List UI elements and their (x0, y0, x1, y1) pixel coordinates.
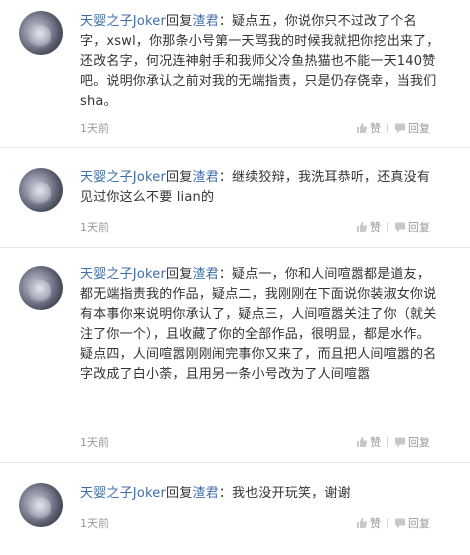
reply-icon (395, 123, 405, 134)
reply-button[interactable]: 回复 (394, 219, 430, 235)
reply-icon (395, 437, 405, 448)
comment-time: 1天前 (80, 436, 109, 449)
reply-button[interactable]: 回复 (394, 515, 430, 531)
reply-target-username[interactable]: 渣君 (192, 14, 218, 29)
thumb-up-icon (357, 123, 368, 133)
comment-content: ：疑点一，你和人间喧嚣都是道友，都无端指责我的作品，疑点二，我刚刚在下面说你装淑… (80, 267, 437, 382)
reply-word: 回复 (166, 14, 193, 29)
reply-icon (395, 222, 405, 233)
reply-button[interactable]: 回复 (394, 434, 430, 450)
action-divider (387, 518, 388, 528)
comment-item: 天婴之子Joker回复渣君：疑点五，你说你只不过改了个名字，xswl，你那条小号… (0, 0, 470, 148)
like-label: 赞 (370, 122, 381, 135)
reply-word: 回复 (166, 486, 193, 501)
comment-meta: 1天前 赞 回复 (80, 219, 430, 235)
comment-time: 1天前 (80, 122, 109, 135)
comment-text: 天婴之子Joker回复渣君：继续狡辩，我洗耳恭听，还真没有见过你这么不要 lia… (80, 168, 440, 208)
reply-label: 回复 (408, 221, 430, 234)
thumb-up-icon (357, 437, 368, 447)
reply-target-username[interactable]: 渣君 (192, 170, 218, 185)
avatar[interactable] (19, 483, 63, 527)
comment-item: 天婴之子Joker回复渣君：我也没开玩笑，谢谢 1天前 赞 回复 (0, 463, 470, 555)
reply-word: 回复 (166, 267, 193, 282)
like-label: 赞 (370, 436, 381, 449)
comment-text: 天婴之子Joker回复渣君：疑点一，你和人间喧嚣都是道友，都无端指责我的作品，疑… (80, 265, 440, 385)
reply-label: 回复 (408, 122, 430, 135)
comment-item: 天婴之子Joker回复渣君：继续狡辩，我洗耳恭听，还真没有见过你这么不要 lia… (0, 148, 470, 248)
comment-text: 天婴之子Joker回复渣君：疑点五，你说你只不过改了个名字，xswl，你那条小号… (80, 12, 440, 112)
reply-icon (395, 518, 405, 529)
comment-username[interactable]: 天婴之子Joker (80, 170, 166, 185)
comment-actions: 赞 回复 (356, 120, 430, 136)
like-button[interactable]: 赞 (356, 434, 381, 450)
like-label: 赞 (370, 517, 381, 530)
reply-word: 回复 (166, 170, 193, 185)
like-button[interactable]: 赞 (356, 219, 381, 235)
comment-actions: 赞 回复 (356, 219, 430, 235)
reply-label: 回复 (408, 436, 430, 449)
thumb-up-icon (357, 518, 368, 528)
reply-target-username[interactable]: 渣君 (192, 267, 218, 282)
comment-actions: 赞 回复 (356, 434, 430, 450)
reply-label: 回复 (408, 517, 430, 530)
comment-username[interactable]: 天婴之子Joker (80, 486, 166, 501)
comment-content: ：我也没开玩笑，谢谢 (218, 486, 351, 501)
reply-target-username[interactable]: 渣君 (192, 486, 218, 501)
like-button[interactable]: 赞 (356, 120, 381, 136)
avatar[interactable] (19, 168, 63, 212)
like-label: 赞 (370, 221, 381, 234)
avatar[interactable] (19, 11, 63, 55)
action-divider (387, 437, 388, 447)
comment-time: 1天前 (80, 221, 109, 234)
comment-meta: 1天前 赞 回复 (80, 120, 430, 136)
comment-username[interactable]: 天婴之子Joker (80, 14, 166, 29)
comment-time: 1天前 (80, 517, 109, 530)
reply-button[interactable]: 回复 (394, 120, 430, 136)
comment-meta: 1天前 赞 回复 (80, 515, 430, 531)
thumb-up-icon (357, 222, 368, 232)
comment-actions: 赞 回复 (356, 515, 430, 531)
action-divider (387, 222, 388, 232)
comment-text: 天婴之子Joker回复渣君：我也没开玩笑，谢谢 (80, 484, 440, 504)
action-divider (387, 123, 388, 133)
comment-list: 天婴之子Joker回复渣君：疑点五，你说你只不过改了个名字，xswl，你那条小号… (0, 0, 470, 555)
like-button[interactable]: 赞 (356, 515, 381, 531)
comment-meta: 1天前 赞 回复 (80, 434, 430, 450)
avatar[interactable] (19, 266, 63, 310)
comment-username[interactable]: 天婴之子Joker (80, 267, 166, 282)
comment-item: 天婴之子Joker回复渣君：疑点一，你和人间喧嚣都是道友，都无端指责我的作品，疑… (0, 248, 470, 463)
